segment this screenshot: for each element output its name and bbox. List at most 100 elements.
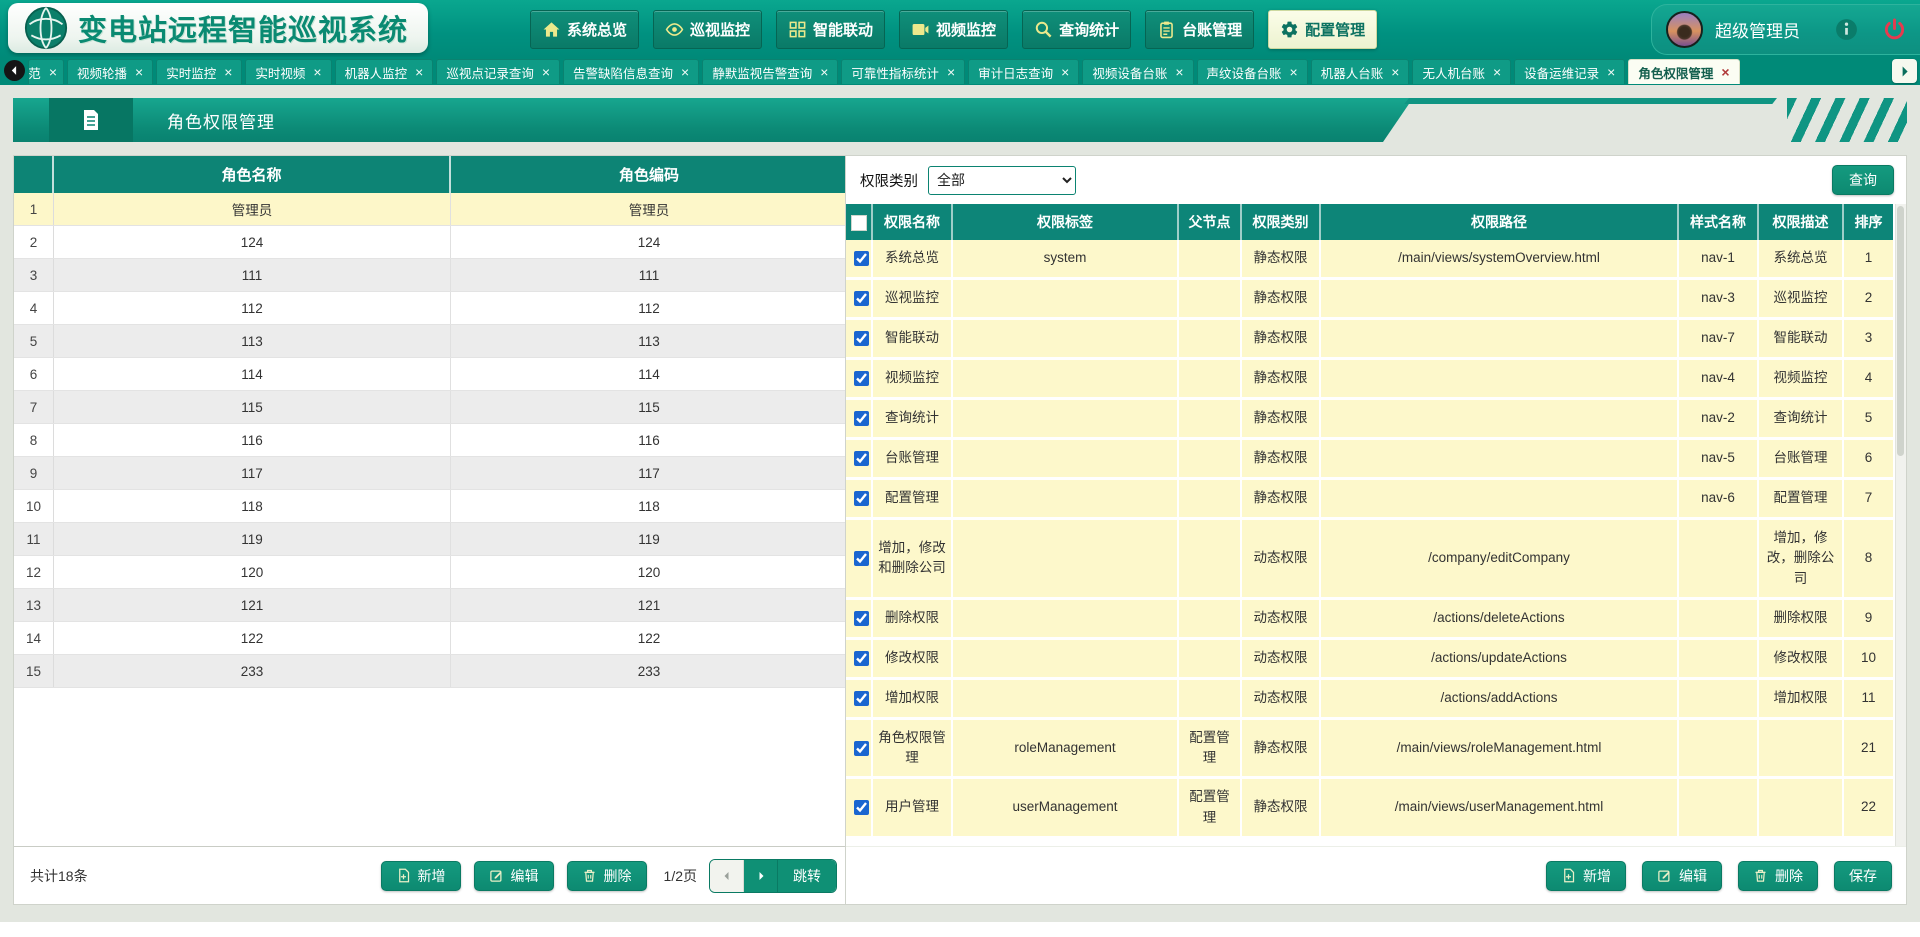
table-row[interactable]: 10118118 [14, 490, 847, 523]
tab-patrol-point-records[interactable]: 巡视点记录查询× [436, 59, 560, 84]
avatar[interactable] [1666, 11, 1703, 48]
permissions-add-button[interactable]: 新增 [1546, 861, 1626, 891]
tab-realtime-monitor[interactable]: 实时监控× [156, 59, 242, 84]
jump-button[interactable]: 跳转 [777, 860, 836, 892]
roles-delete-button[interactable]: 删除 [567, 861, 647, 891]
table-row: 删除权限动态权限/actions/deleteActions删除权限9 [846, 598, 1893, 638]
nav-item-patrol-monitor[interactable]: 巡视监控 [653, 10, 762, 49]
permissions-edit-button[interactable]: 编辑 [1642, 861, 1722, 891]
tab-uav-ledger[interactable]: 无人机台账× [1412, 59, 1511, 84]
row-checkbox[interactable] [854, 251, 869, 266]
row-checkbox[interactable] [854, 451, 869, 466]
row-checkbox-cell [846, 279, 872, 319]
nav-item-config-mgmt[interactable]: 配置管理 [1268, 10, 1377, 49]
table-row[interactable]: 8116116 [14, 424, 847, 457]
row-checkbox[interactable] [854, 611, 869, 626]
style-name-cell: nav-2 [1678, 399, 1758, 439]
permissions-save-button[interactable]: 保存 [1834, 861, 1892, 891]
row-index: 12 [14, 556, 54, 588]
table-row[interactable]: 3111111 [14, 259, 847, 292]
nav-item-system-overview[interactable]: 系统总览 [530, 10, 639, 49]
tab-video-carousel[interactable]: 视频轮播× [67, 59, 153, 84]
row-checkbox[interactable] [854, 491, 869, 506]
tab-video-device-ledger[interactable]: 视频设备台账× [1082, 59, 1193, 84]
tab-scroll-left-button[interactable] [4, 60, 25, 81]
table-row[interactable]: 15233233 [14, 655, 847, 688]
tab-scroll-right-button[interactable] [1892, 59, 1917, 83]
button-label: 编辑 [511, 866, 539, 886]
close-icon[interactable]: × [1607, 65, 1615, 79]
table-row[interactable]: 9117117 [14, 457, 847, 490]
row-checkbox[interactable] [854, 741, 869, 756]
permission-type-select[interactable]: 全部 [928, 166, 1076, 195]
tab-robot-monitor[interactable]: 机器人监控× [335, 59, 434, 84]
table-row[interactable]: 6114114 [14, 358, 847, 391]
table-row: 系统总览system静态权限/main/views/systemOverview… [846, 240, 1893, 279]
tab-reliability-stats[interactable]: 可靠性指标统计× [841, 59, 965, 84]
close-icon[interactable]: × [820, 65, 828, 79]
row-checkbox[interactable] [854, 371, 869, 386]
tab-role-permission[interactable]: 角色权限管理× [1628, 59, 1739, 84]
row-checkbox[interactable] [854, 800, 869, 815]
pager: 跳转 [709, 859, 837, 893]
close-icon[interactable]: × [1391, 65, 1399, 79]
next-page-button[interactable] [744, 860, 777, 892]
tab-robot-ledger[interactable]: 机器人台账× [1311, 59, 1410, 84]
table-row[interactable]: 1管理员管理员 [14, 193, 847, 226]
search-button[interactable]: 查询 [1832, 165, 1894, 195]
nav-item-query-stats[interactable]: 查询统计 [1022, 10, 1131, 49]
style-name-cell [1678, 678, 1758, 718]
row-checkbox[interactable] [854, 551, 869, 566]
permission-tag-cell [952, 638, 1178, 678]
tab-realtime-video[interactable]: 实时视频× [245, 59, 331, 84]
scrollbar[interactable] [1895, 204, 1906, 847]
nav-item-smart-linkage[interactable]: 智能联动 [776, 10, 885, 49]
permissions-delete-button[interactable]: 删除 [1738, 861, 1818, 891]
close-icon[interactable]: × [947, 65, 955, 79]
nav-item-ledger-mgmt[interactable]: 台账管理 [1145, 10, 1254, 49]
tab-alarm-defect-query[interactable]: 告警缺陷信息查询× [563, 59, 699, 84]
info-icon[interactable] [1834, 17, 1859, 42]
tab-audit-log-query[interactable]: 审计日志查询× [968, 59, 1079, 84]
row-checkbox[interactable] [854, 411, 869, 426]
row-checkbox[interactable] [854, 331, 869, 346]
roles-add-button[interactable]: 新增 [381, 861, 461, 891]
select-all-checkbox[interactable] [851, 215, 867, 231]
roles-edit-button[interactable]: 编辑 [474, 861, 554, 891]
close-icon[interactable]: × [1290, 65, 1298, 79]
table-row[interactable]: 11119119 [14, 523, 847, 556]
tab-silent-monitor-alarm[interactable]: 静默监视告警查询× [702, 59, 838, 84]
row-checkbox[interactable] [854, 651, 869, 666]
close-icon[interactable]: × [1493, 65, 1501, 79]
tab-clipped[interactable]: 范× [28, 59, 64, 84]
close-icon[interactable]: × [542, 65, 550, 79]
table-row[interactable]: 4112112 [14, 292, 847, 325]
nav-item-video-monitor[interactable]: 视频监控 [899, 10, 1008, 49]
close-icon[interactable]: × [135, 65, 143, 79]
close-icon[interactable]: × [49, 65, 57, 79]
power-icon[interactable] [1883, 18, 1906, 41]
style-name-cell [1678, 718, 1758, 778]
close-icon[interactable]: × [1721, 65, 1729, 79]
close-icon[interactable]: × [313, 65, 321, 79]
row-checkbox[interactable] [854, 291, 869, 306]
table-row[interactable]: 2124124 [14, 226, 847, 259]
table-row[interactable]: 14122122 [14, 622, 847, 655]
close-icon[interactable]: × [415, 65, 423, 79]
table-row[interactable]: 7115115 [14, 391, 847, 424]
table-row[interactable]: 13121121 [14, 589, 847, 622]
table-row[interactable]: 12120120 [14, 556, 847, 589]
row-checkbox[interactable] [854, 691, 869, 706]
tab-voiceprint-device-ledger[interactable]: 声纹设备台账× [1197, 59, 1308, 84]
permission-tag-cell: system [952, 240, 1178, 279]
tab-device-ops-records[interactable]: 设备运维记录× [1514, 59, 1625, 84]
scrollbar-thumb[interactable] [1897, 206, 1904, 456]
prev-page-button[interactable] [710, 860, 744, 892]
select-all-cell [846, 204, 872, 240]
close-icon[interactable]: × [224, 65, 232, 79]
permission-name-cell: 智能联动 [872, 319, 952, 359]
close-icon[interactable]: × [1061, 65, 1069, 79]
close-icon[interactable]: × [1175, 65, 1183, 79]
table-row[interactable]: 5113113 [14, 325, 847, 358]
close-icon[interactable]: × [681, 65, 689, 79]
